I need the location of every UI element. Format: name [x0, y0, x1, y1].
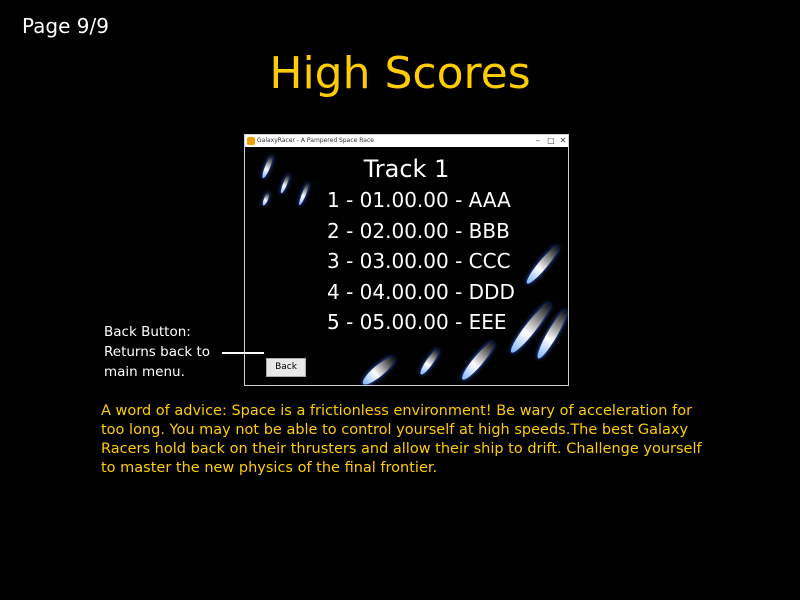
app-icon — [247, 137, 255, 145]
annotation-line: Returns back to — [104, 344, 211, 360]
page-indicator: Page 9/9 — [22, 14, 109, 38]
annotation-line: Back Button: — [104, 324, 191, 340]
minimize-icon[interactable]: – — [532, 135, 544, 147]
high-score-list: 1 - 01.00.00 - AAA 2 - 02.00.00 - BBB 3 … — [327, 185, 515, 338]
comet-icon — [297, 182, 311, 206]
window-title: GalaxyRacer - A Pampered Space Race — [257, 137, 374, 144]
page-title: High Scores — [269, 48, 531, 99]
game-content: Track 1 1 - 01.00.00 - AAA 2 - 02.00.00 … — [245, 147, 568, 385]
comet-icon — [523, 243, 562, 287]
back-button[interactable]: Back — [266, 358, 306, 377]
track-heading: Track 1 — [363, 155, 450, 183]
score-entry: 2 - 02.00.00 - BBB — [327, 218, 510, 243]
advice-text: A word of advice: Space is a frictionles… — [101, 403, 702, 476]
close-icon[interactable]: ✕ — [557, 135, 568, 147]
game-window: GalaxyRacer - A Pampered Space Race – □ … — [244, 134, 569, 386]
annotation-line: main menu. — [104, 364, 185, 380]
maximize-icon[interactable]: □ — [545, 135, 557, 147]
comet-icon — [261, 191, 271, 207]
comet-icon — [418, 347, 441, 377]
window-titlebar: GalaxyRacer - A Pampered Space Race – □ … — [245, 135, 568, 147]
score-entry: 1 - 01.00.00 - AAA — [327, 188, 511, 212]
comet-icon — [359, 353, 398, 385]
score-entry: 3 - 03.00.00 - CCC — [327, 249, 511, 273]
back-button-annotation: Back Button: Returns back to main menu. — [104, 322, 210, 382]
comet-icon — [458, 339, 498, 383]
score-entry: 5 - 05.00.00 - EEE — [327, 310, 507, 334]
annotation-pointer-line — [222, 352, 264, 354]
score-entry: 4 - 04.00.00 - DDD — [327, 279, 515, 304]
